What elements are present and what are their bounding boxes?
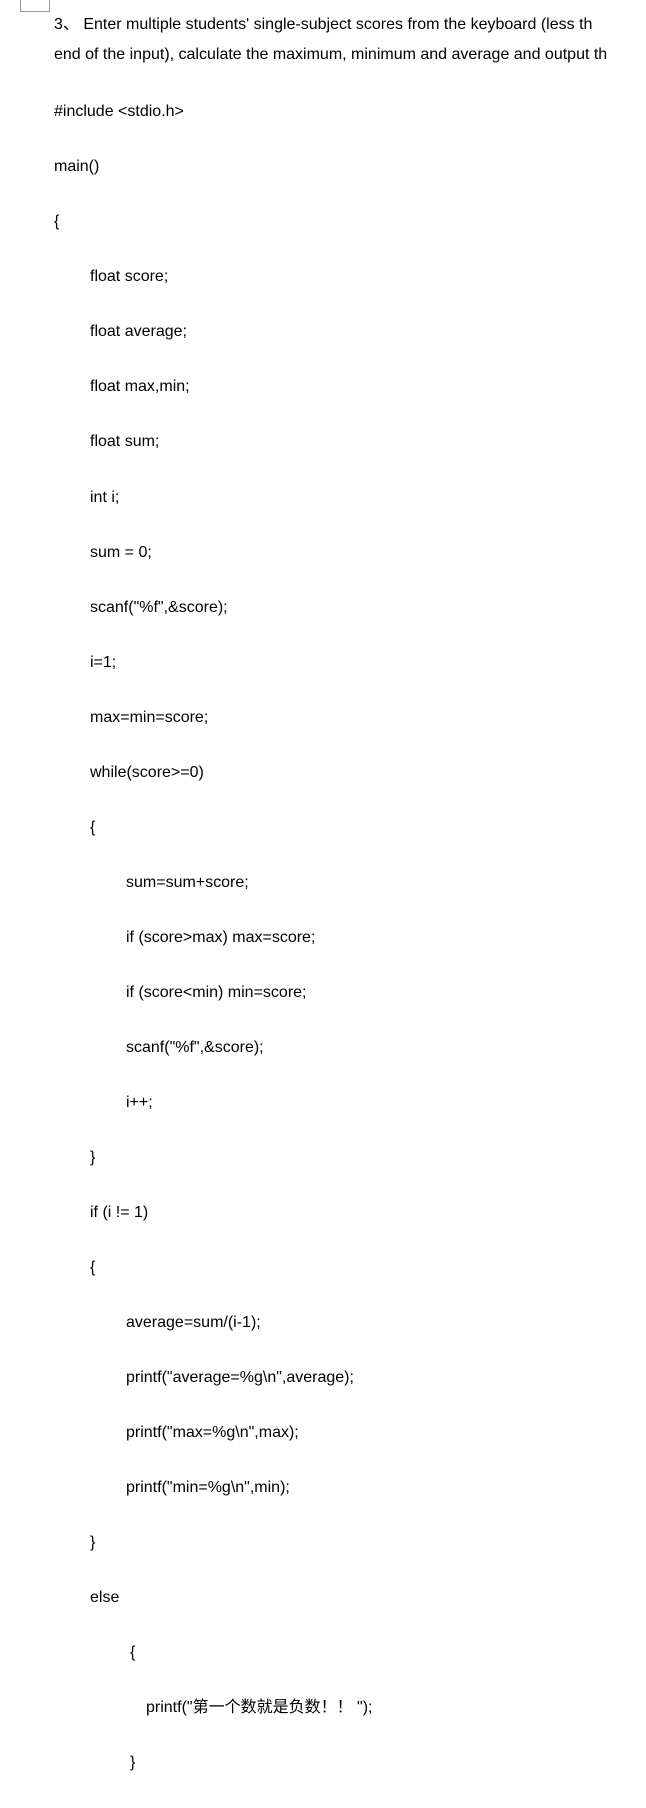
- code-line: scanf("%f",&score);: [54, 1034, 628, 1062]
- code-line: if (i != 1): [54, 1199, 628, 1227]
- code-block: #include <stdio.h> main() { float score;…: [54, 71, 628, 1808]
- code-line: {: [54, 814, 628, 842]
- code-line: int i;: [54, 484, 628, 512]
- code-line: float score;: [54, 263, 628, 291]
- code-line: float sum;: [54, 428, 628, 456]
- code-line: #include <stdio.h>: [54, 98, 628, 126]
- code-line: float max,min;: [54, 373, 628, 401]
- code-line: printf("第一个数就是负数！！ ");: [54, 1694, 628, 1722]
- code-line: else: [54, 1584, 628, 1612]
- code-line: if (score>max) max=score;: [54, 924, 628, 952]
- question-number: 3、: [54, 16, 79, 33]
- code-line: printf("min=%g\n",min);: [54, 1474, 628, 1502]
- code-line: printf("average=%g\n",average);: [54, 1364, 628, 1392]
- code-line: }: [54, 1144, 628, 1172]
- code-line: main(): [54, 153, 628, 181]
- code-line: }: [54, 1804, 628, 1808]
- question-text-1: Enter multiple students' single-subject …: [83, 16, 592, 33]
- document-content: 3、 Enter multiple students' single-subje…: [0, 0, 646, 1808]
- code-line: scanf("%f",&score);: [54, 594, 628, 622]
- code-line: while(score>=0): [54, 759, 628, 787]
- code-line: }: [54, 1749, 628, 1777]
- code-line: {: [54, 1254, 628, 1282]
- code-line: }: [54, 1529, 628, 1557]
- code-line: average=sum/(i-1);: [54, 1309, 628, 1337]
- code-line: sum = 0;: [54, 539, 628, 567]
- code-line: float average;: [54, 318, 628, 346]
- code-line: max=min=score;: [54, 704, 628, 732]
- code-line: {: [54, 1639, 628, 1667]
- code-line: printf("max=%g\n",max);: [54, 1419, 628, 1447]
- question-line-2: end of the input), calculate the maximum…: [54, 40, 628, 70]
- code-line: sum=sum+score;: [54, 869, 628, 897]
- code-line: if (score<min) min=score;: [54, 979, 628, 1007]
- question-line-1: 3、 Enter multiple students' single-subje…: [54, 10, 628, 40]
- code-line: i=1;: [54, 649, 628, 677]
- checkbox-decoration: [20, 0, 50, 12]
- code-line: i++;: [54, 1089, 628, 1117]
- code-line: {: [54, 208, 628, 236]
